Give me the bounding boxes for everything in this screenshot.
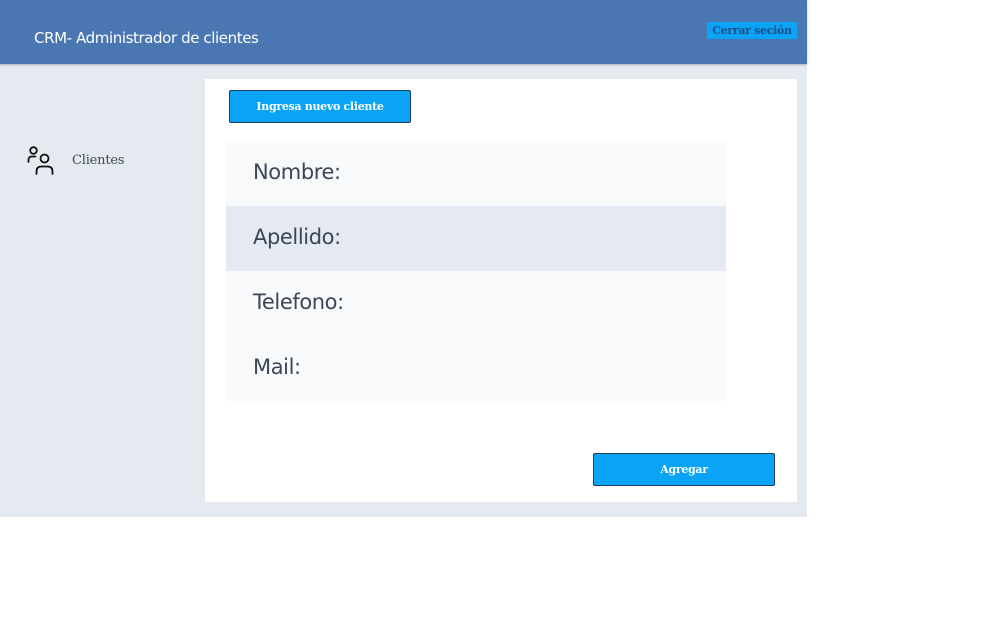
app-title: CRM- Administrador de clientes xyxy=(34,29,259,47)
field-label: Nombre: xyxy=(253,160,341,184)
field-nombre[interactable]: Nombre: xyxy=(226,141,726,206)
app-window: CRM- Administrador de clientes Cerrar se… xyxy=(0,0,807,517)
field-telefono[interactable]: Telefono: xyxy=(226,271,726,336)
field-apellido[interactable]: Apellido: xyxy=(226,206,726,271)
main-panel: Ingresa nuevo cliente Nombre: Apellido: … xyxy=(205,79,797,502)
sidebar-item-clientes[interactable]: Clientes xyxy=(27,144,177,176)
sidebar-item-label: Clientes xyxy=(72,153,125,168)
client-form: Nombre: Apellido: Telefono: Mail: xyxy=(226,141,726,401)
field-mail[interactable]: Mail: xyxy=(226,336,726,401)
new-client-button[interactable]: Ingresa nuevo cliente xyxy=(229,90,411,123)
add-button[interactable]: Agregar xyxy=(593,453,775,486)
field-label: Mail: xyxy=(253,355,301,379)
header-bar: CRM- Administrador de clientes Cerrar se… xyxy=(0,0,807,64)
users-icon xyxy=(27,146,54,175)
field-label: Telefono: xyxy=(253,290,344,314)
logout-button[interactable]: Cerrar seción xyxy=(707,22,797,39)
field-label: Apellido: xyxy=(253,225,341,249)
